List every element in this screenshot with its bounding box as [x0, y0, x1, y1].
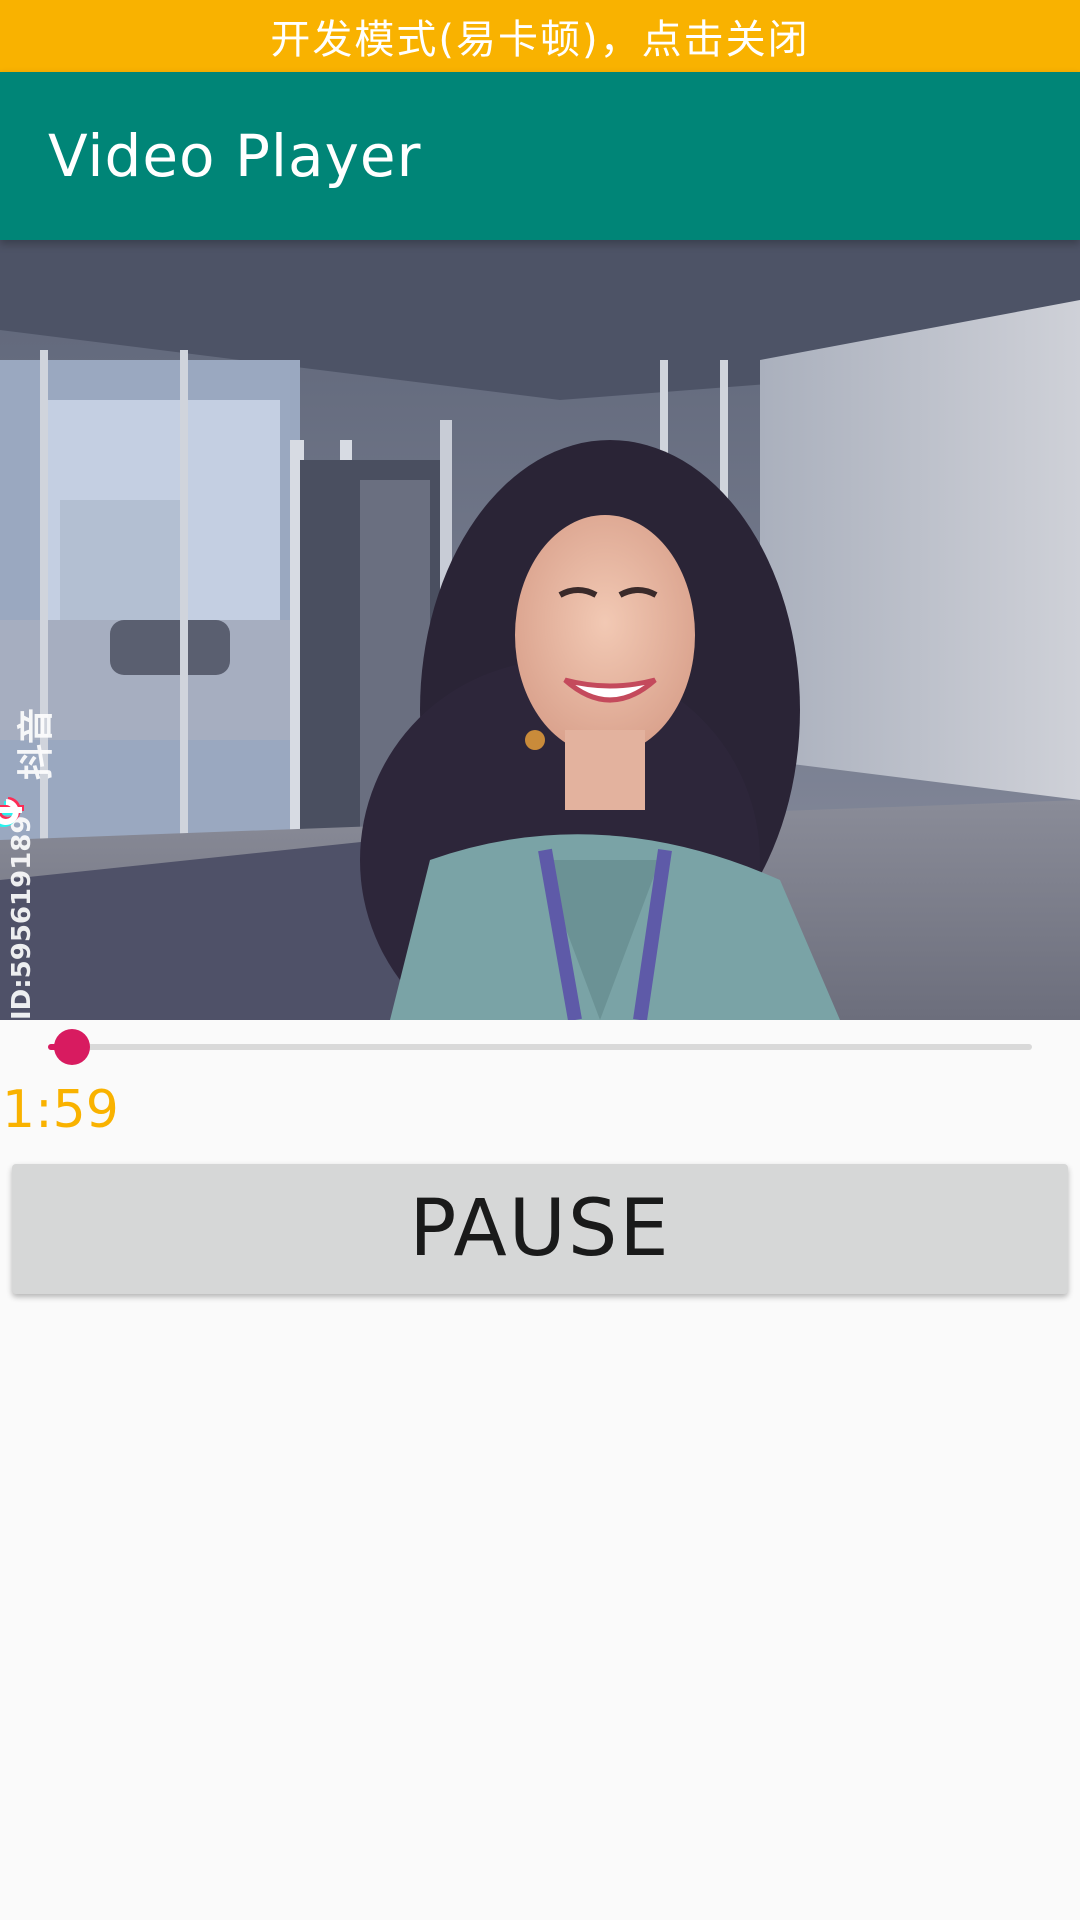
pause-button[interactable]: PAUSE — [12, 1164, 1068, 1294]
seek-track[interactable] — [48, 1044, 1032, 1050]
watermark-app-name: 抖音 — [16, 708, 57, 780]
developer-mode-banner[interactable]: 开发模式(易卡顿)，点击关闭 — [0, 0, 1080, 72]
video-view[interactable]: ID:595619189 抖音 — [0, 240, 1080, 1020]
seek-bar[interactable] — [0, 1020, 1080, 1078]
developer-mode-banner-text: 开发模式(易卡顿)，点击关闭 — [270, 17, 810, 63]
app-title: Video Player — [48, 122, 422, 190]
pause-button-label: PAUSE — [409, 1184, 671, 1274]
seek-thumb[interactable] — [53, 1029, 90, 1065]
app-bar: Video Player — [0, 72, 1080, 240]
elapsed-time-label: 1:59 — [2, 1080, 119, 1140]
video-frame-image: ID:595619189 抖音 — [0, 240, 1080, 1020]
watermark-id: ID:595619189 — [7, 816, 37, 1020]
